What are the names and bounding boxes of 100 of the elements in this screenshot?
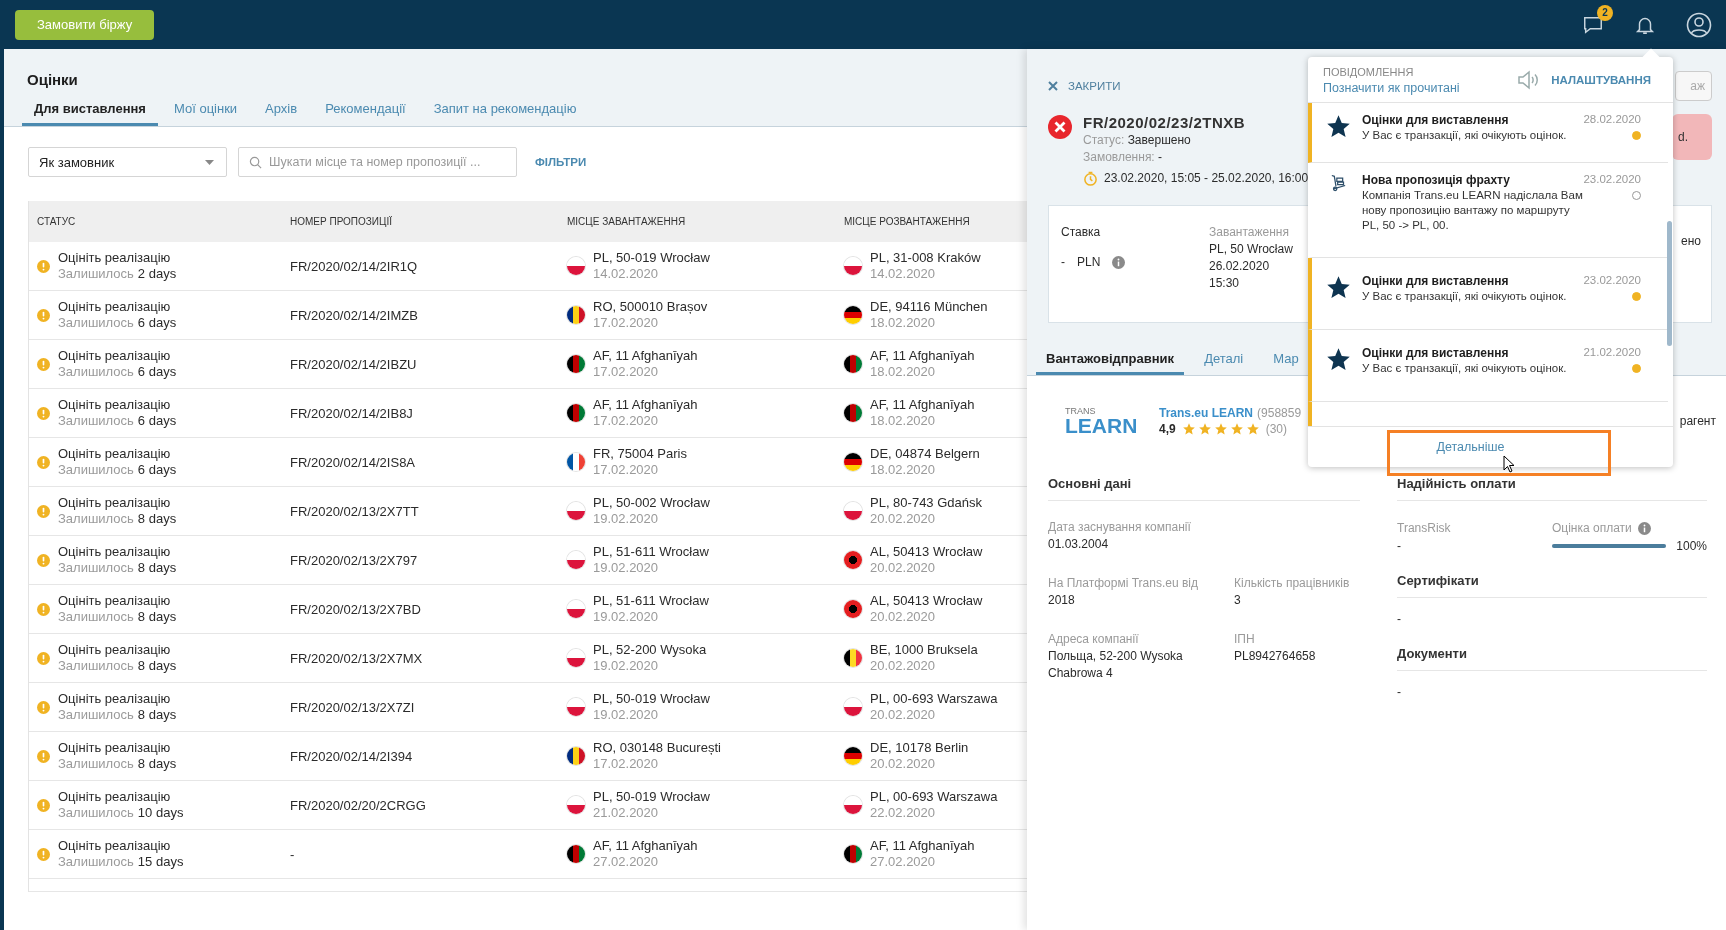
- rating-tab[interactable]: Запит на рекомендацію: [421, 101, 589, 126]
- certificates-value: -: [1397, 612, 1402, 626]
- user-avatar-icon[interactable]: [1686, 11, 1712, 38]
- company-name-link[interactable]: Trans.eu LEARN: [1159, 406, 1254, 420]
- status-label: Статус:: [1083, 133, 1125, 147]
- remaining-time: 10 days: [137, 805, 184, 821]
- remaining-label: Залишилось: [58, 315, 134, 331]
- rate-label: Ставка: [1061, 224, 1102, 241]
- rating-tab[interactable]: Архів: [253, 101, 310, 126]
- rating-tab[interactable]: Рекомендації: [313, 101, 418, 126]
- error-icon: [1048, 115, 1072, 139]
- detail-tab[interactable]: Мар: [1263, 351, 1309, 375]
- place-text: PL, 00-693 Warszawa: [870, 691, 998, 707]
- place-text: RO, 500010 Brașov: [593, 299, 708, 315]
- field-label: Дата заснування компанії: [1048, 519, 1192, 536]
- star-icon: [1181, 422, 1196, 436]
- mark-read-link[interactable]: Позначити як прочитані: [1323, 79, 1508, 96]
- rating-value: 4,9: [1159, 422, 1176, 436]
- flag-icon: [844, 796, 862, 814]
- summary-text: ено: [1681, 234, 1701, 250]
- status-text: Оцініть реалізацію: [58, 740, 172, 756]
- rating-tab[interactable]: Для виставлення: [22, 101, 158, 126]
- place-date: 19.02.2020: [593, 560, 660, 576]
- section-title: Надійність оплати: [1397, 476, 1707, 501]
- place-text: PL, 52-200 Wysoka: [593, 642, 707, 658]
- status-text: Оцініть реалізацію: [58, 299, 172, 315]
- remaining-label: Залишилось: [58, 511, 134, 527]
- column-header: НОМЕР ПРОПОЗИЦІЇ: [290, 216, 393, 227]
- more-link[interactable]: Детальніше: [1436, 440, 1505, 454]
- offer-number: FR/2020/02/14/2IS8A: [290, 454, 416, 470]
- offer-number: FR/2020/02/14/2IR1Q: [290, 258, 418, 274]
- flag-icon: [567, 502, 585, 520]
- loading-info: PL, 50 Wrocław: [1209, 241, 1293, 258]
- info-icon[interactable]: [1112, 256, 1126, 269]
- flag-icon: [567, 453, 585, 471]
- place-date: 19.02.2020: [593, 707, 660, 723]
- info-icon[interactable]: [1637, 521, 1651, 535]
- filters-link[interactable]: ФІЛЬТРИ: [535, 156, 587, 168]
- flag-icon: [567, 257, 585, 275]
- place-date: 18.02.2020: [870, 315, 937, 331]
- star-icon: [1229, 422, 1244, 436]
- place-text: PL, 00-693 Warszawa: [870, 789, 998, 805]
- status-text: Оцініть реалізацію: [58, 495, 172, 511]
- close-link[interactable]: ЗАКРИТИ: [1048, 80, 1121, 92]
- remaining-time: 8 days: [137, 560, 177, 576]
- place-date: 20.02.2020: [870, 707, 937, 723]
- scrollbar[interactable]: [1667, 221, 1672, 346]
- flag-icon: [844, 404, 862, 422]
- loading-info: 26.02.2020: [1209, 258, 1271, 275]
- message-count-badge: 2: [1597, 4, 1613, 21]
- transrisk-label: TransRisk: [1397, 520, 1452, 537]
- flag-icon: [844, 257, 862, 275]
- flag-icon: [844, 600, 862, 618]
- order-exchange-button[interactable]: Замовити біржу: [15, 9, 155, 40]
- offer-number: FR/2020/02/13/2X7ZI: [290, 699, 415, 715]
- section-title: Сертифікати: [1397, 573, 1707, 598]
- warning-icon: [37, 357, 50, 371]
- place-text: PL, 51-611 Wrocław: [593, 544, 709, 560]
- remaining-time: 6 days: [137, 315, 177, 331]
- warning-icon: [37, 553, 50, 567]
- status-value: Завершено: [1127, 133, 1191, 147]
- remaining-label: Залишилось: [58, 609, 134, 625]
- notification-date: 23.02.2020: [1583, 274, 1641, 286]
- transrisk-value: -: [1397, 538, 1402, 555]
- place-text: AF, 11 Afghanīyah: [870, 348, 975, 364]
- notification-item[interactable]: Оцінки для виставлення У Вас є транзакції, які очікують оцінок. 21.02.2020: [1308, 330, 1668, 402]
- flag-icon: [844, 551, 862, 569]
- place-text: FR, 75004 Paris: [593, 446, 687, 462]
- warning-icon: [37, 504, 50, 518]
- search-field[interactable]: Шукати місце та номер пропозиції ...: [238, 147, 517, 177]
- flag-icon: [844, 845, 862, 863]
- flag-icon: [567, 796, 585, 814]
- field-label: ІПН: [1234, 631, 1256, 648]
- place-date: 20.02.2020: [870, 658, 937, 674]
- notification-title: Нова пропозиція фрахту: [1362, 173, 1511, 188]
- place-date: 17.02.2020: [593, 315, 660, 331]
- flag-icon: [844, 747, 862, 765]
- remaining-time: 8 days: [137, 658, 177, 674]
- warning-icon: [37, 455, 50, 469]
- loading-info: 15:30: [1209, 275, 1241, 292]
- rating-tab[interactable]: Мої оцінки: [161, 101, 250, 126]
- page-title: Оцінки: [27, 71, 79, 88]
- warning-icon: [37, 259, 50, 273]
- role-select[interactable]: Як замовник: [28, 147, 227, 177]
- place-date: 14.02.2020: [870, 266, 937, 282]
- section-title: Документи: [1397, 646, 1707, 671]
- status-text: Оцініть реалізацію: [58, 642, 172, 658]
- close-icon: [1048, 81, 1058, 91]
- status-text: Оцініть реалізацію: [58, 544, 172, 560]
- place-text: PL, 50-002 Wrocław: [593, 495, 710, 511]
- notification-date: 21.02.2020: [1583, 346, 1641, 358]
- notification-item[interactable]: Оцінки для виставлення У Вас є транзакції, які очікують оцінок. 28.02.2020: [1308, 103, 1668, 163]
- remaining-label: Залишилось: [58, 707, 134, 723]
- detail-tab[interactable]: Деталі: [1194, 351, 1254, 375]
- rate-value: -: [1061, 254, 1065, 271]
- star-icon: [1245, 422, 1260, 436]
- flag-icon: [567, 747, 585, 765]
- place-date: 17.02.2020: [593, 462, 660, 478]
- settings-link[interactable]: НАЛАШТУВАННЯ: [1551, 73, 1651, 86]
- action-button[interactable]: аж: [1675, 71, 1712, 101]
